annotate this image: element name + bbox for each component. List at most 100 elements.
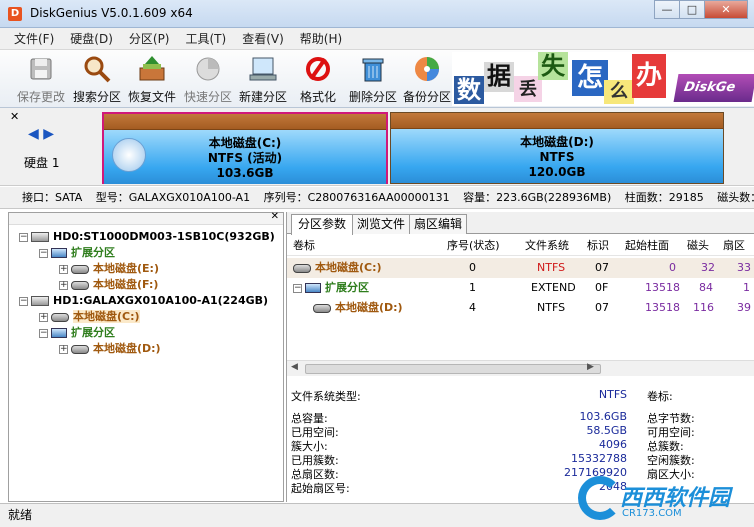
tree-item-label: 扩展分区: [71, 246, 115, 259]
tree-item-volume-c[interactable]: + 本地磁盘(C:): [39, 309, 140, 325]
tree-item-label: 本地磁盘(F:): [93, 278, 159, 291]
close-icon[interactable]: ✕: [271, 211, 279, 222]
disk-nav: ◀ ▶: [28, 126, 54, 142]
watermark-url: CR173.COM: [622, 508, 682, 519]
tree-item-volume-d[interactable]: + 本地磁盘(D:): [59, 341, 161, 357]
partition-size: 103.6GB: [216, 166, 274, 180]
disk-map: ✕ ◀ ▶ 硬盘 1 本地磁盘(C:) NTFS (活动) 103.6GB 本地…: [0, 108, 754, 186]
expand-icon[interactable]: +: [59, 264, 68, 274]
partition-details-pane: 分区参数 浏览文件 扇区编辑 卷标 序号(状态) 文件系统 标识 起始柱面 磁头…: [286, 212, 754, 502]
tab-browse-files[interactable]: 浏览文件: [352, 214, 410, 234]
menu-help[interactable]: 帮助(H): [292, 30, 350, 47]
format-icon: [306, 57, 330, 81]
collapse-icon[interactable]: −: [39, 328, 48, 338]
detail-value: 58.5GB: [586, 424, 627, 437]
recover-files-button[interactable]: 恢复文件: [125, 54, 179, 106]
detail-value: 103.6GB: [579, 410, 627, 423]
menu-view[interactable]: 查看(V): [234, 30, 292, 47]
tab-partition-params[interactable]: 分区参数: [291, 214, 353, 235]
save-changes-button[interactable]: 保存更改: [14, 54, 68, 106]
row-label: − 扩展分区: [293, 281, 369, 294]
tree-item-volume-e[interactable]: + 本地磁盘(E:): [59, 261, 159, 277]
menu-file[interactable]: 文件(F): [6, 30, 62, 47]
maximize-button[interactable]: □: [679, 0, 705, 19]
row-head: 32: [701, 261, 715, 274]
minimize-button[interactable]: —: [654, 0, 680, 19]
column-header[interactable]: 文件系统: [525, 236, 569, 256]
volume-icon: [71, 264, 89, 274]
menu-tools[interactable]: 工具(T): [178, 30, 235, 47]
partition-body: 本地磁盘(C:) NTFS (活动) 103.6GB: [104, 130, 386, 184]
row-start-cyl: 13518: [645, 281, 680, 294]
disk-info-bar: 接口：SATA 型号：GALAXGX010A100-A1 序列号：C280076…: [0, 187, 754, 209]
search-partition-icon: [84, 56, 111, 83]
partition-fs: NTFS (活动): [207, 151, 283, 165]
tree-item-label: 本地磁盘(D:): [93, 342, 161, 355]
backup-partition-icon: [415, 57, 439, 81]
volume-icon: [293, 263, 311, 273]
table-row[interactable]: 本地磁盘(D:) 4 NTFS 07 13518 116 39: [287, 298, 754, 318]
search-partition-button[interactable]: 搜索分区: [70, 54, 124, 106]
partition-body: 本地磁盘(D:) NTFS 120.0GB: [391, 129, 723, 183]
expand-icon[interactable]: +: [39, 312, 48, 322]
tree-item-hd0[interactable]: − HD0:ST1000DM003-1SB10C(932GB): [19, 229, 275, 245]
column-header[interactable]: 扇区: [723, 236, 745, 256]
row-fs: EXTEND: [531, 281, 576, 294]
tree-pane-header: ✕: [9, 211, 283, 225]
collapse-icon[interactable]: −: [19, 296, 28, 306]
tree-item-extended-2[interactable]: − 扩展分区: [39, 325, 115, 341]
menu-bar: 文件(F) 硬盘(D) 分区(P) 工具(T) 查看(V) 帮助(H): [0, 28, 754, 50]
column-header[interactable]: 磁头: [687, 236, 709, 256]
partition-name: 本地磁盘(C:): [208, 136, 282, 150]
horizontal-scrollbar[interactable]: ◀ ▶: [287, 360, 754, 376]
row-id: 0F: [595, 281, 609, 294]
title-bar: D DiskGenius V5.0.1.609 x64 — □ ✕: [0, 0, 754, 28]
format-button[interactable]: 格式化: [291, 54, 345, 106]
table-row[interactable]: − 扩展分区 1 EXTEND 0F 13518 84 1: [287, 278, 754, 298]
tree-item-hd1[interactable]: − HD1:GALAXGX010A100-A1(224GB): [19, 293, 268, 309]
window-controls: — □ ✕: [654, 0, 748, 20]
delete-partition-button[interactable]: 删除分区: [346, 54, 400, 106]
banner-char: 据: [484, 62, 514, 92]
column-header[interactable]: 起始柱面: [625, 236, 669, 256]
extended-partition-icon: [51, 328, 67, 338]
disk-tree-pane: ✕ − HD0:ST1000DM003-1SB10C(932GB) − 扩展分区 +…: [8, 211, 284, 502]
scrollbar-thumb[interactable]: [305, 364, 601, 374]
collapse-icon[interactable]: −: [293, 283, 302, 293]
row-index: 0: [469, 261, 476, 274]
scroll-right-icon[interactable]: ▶: [587, 362, 594, 372]
next-disk-icon[interactable]: ▶: [43, 126, 54, 142]
close-icon[interactable]: ✕: [10, 110, 19, 123]
expand-icon[interactable]: +: [59, 280, 68, 290]
tab-sector-edit[interactable]: 扇区编辑: [409, 214, 467, 234]
disk-heads: 磁头数：255: [717, 191, 754, 204]
close-button[interactable]: ✕: [704, 0, 748, 19]
tree-item-extended[interactable]: − 扩展分区: [39, 245, 115, 261]
menu-partition[interactable]: 分区(P): [121, 30, 178, 47]
table-row[interactable]: 本地磁盘(C:) 0 NTFS 07 0 32 33: [287, 258, 754, 278]
hard-disk-icon: [31, 232, 49, 242]
backup-partition-button[interactable]: 备份分区: [400, 54, 454, 106]
column-header[interactable]: 卷标: [293, 236, 315, 256]
promo-banner[interactable]: 数 据 丢 失 怎 么 办 DiskGe: [452, 52, 754, 106]
row-sector: 39: [737, 301, 751, 314]
prev-disk-icon[interactable]: ◀: [28, 126, 39, 142]
column-header[interactable]: 序号(状态): [447, 236, 500, 256]
banner-char: 么: [604, 80, 634, 104]
tree-item-volume-f[interactable]: + 本地磁盘(F:): [59, 277, 158, 293]
quick-partition-button[interactable]: 快速分区: [181, 54, 235, 106]
detail-value: 15332788: [571, 452, 627, 465]
column-header[interactable]: 标识: [587, 236, 609, 256]
partition-block-d[interactable]: 本地磁盘(D:) NTFS 120.0GB: [390, 112, 724, 184]
status-text: 就绪: [8, 508, 33, 522]
partition-block-c[interactable]: 本地磁盘(C:) NTFS (活动) 103.6GB: [102, 112, 388, 184]
scroll-left-icon[interactable]: ◀: [291, 362, 298, 372]
disk-capacity: 容量：223.6GB(228936MB): [463, 191, 612, 204]
collapse-icon[interactable]: −: [39, 248, 48, 258]
partition-header: [104, 114, 386, 130]
new-partition-button[interactable]: 新建分区: [236, 54, 290, 106]
menu-disk[interactable]: 硬盘(D): [62, 30, 121, 47]
collapse-icon[interactable]: −: [19, 232, 28, 242]
expand-icon[interactable]: +: [59, 344, 68, 354]
tree-item-label: 本地磁盘(C:): [73, 310, 140, 323]
